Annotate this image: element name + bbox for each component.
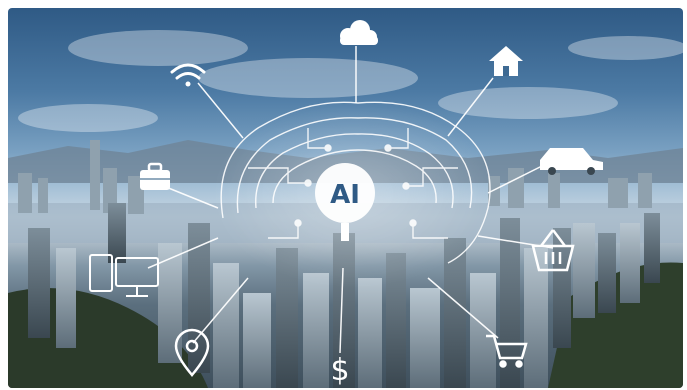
image-frame: AI $ <box>0 0 687 390</box>
dollar-symbol: $ <box>330 353 349 388</box>
dollar-icon: $ <box>330 353 349 388</box>
illustration-canvas: AI $ <box>8 20 683 388</box>
cloud-icon <box>340 20 378 45</box>
ai-city-illustration: AI $ <box>8 8 683 388</box>
ai-label: AI <box>330 180 360 210</box>
house-icon <box>489 46 523 76</box>
